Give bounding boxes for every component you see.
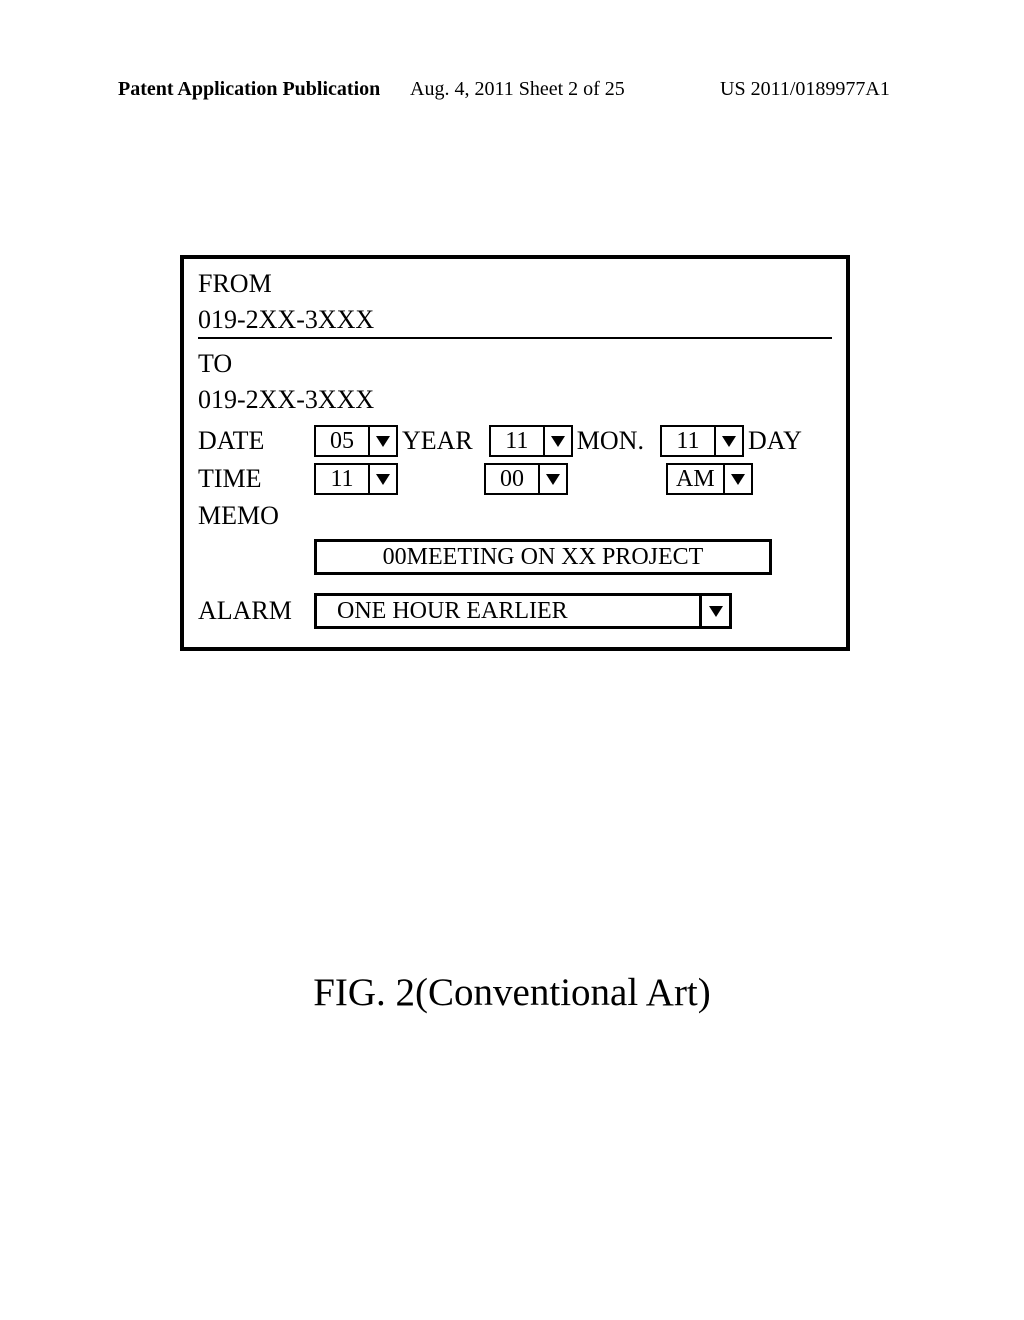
to-label: TO [198, 349, 232, 379]
month-dropdown[interactable]: 11 [489, 425, 573, 457]
chevron-down-icon [540, 465, 566, 493]
alarm-value: ONE HOUR EARLIER [317, 598, 699, 625]
date-row: DATE 05 YEAR 11 MON. 11 DAY [198, 425, 832, 457]
month-value: 11 [491, 427, 545, 455]
from-label: FROM [198, 269, 272, 299]
memo-label-row: MEMO [198, 501, 832, 531]
from-value: 019-2XX-3XXX [198, 305, 832, 335]
day-unit: DAY [746, 426, 804, 456]
header-center: Aug. 4, 2011 Sheet 2 of 25 [410, 78, 625, 101]
chevron-down-icon [545, 427, 571, 455]
figure-caption: FIG. 2(Conventional Art) [0, 970, 1024, 1015]
from-label-row: FROM [198, 269, 832, 299]
chevron-down-icon [370, 427, 396, 455]
chevron-down-icon [725, 465, 751, 493]
time-controls: 11 00 AM [314, 463, 753, 495]
ampm-value: AM [668, 465, 725, 493]
minute-value: 00 [486, 465, 540, 493]
year-unit: YEAR [400, 426, 475, 456]
to-label-row: TO [198, 349, 832, 379]
chevron-down-icon [699, 596, 729, 626]
minute-dropdown[interactable]: 00 [484, 463, 568, 495]
ampm-dropdown[interactable]: AM [666, 463, 753, 495]
date-label: DATE [198, 426, 314, 456]
day-value: 11 [662, 427, 716, 455]
date-controls: 05 YEAR 11 MON. 11 DAY [314, 425, 804, 457]
memo-input[interactable]: 00MEETING ON XX PROJECT [314, 539, 772, 575]
day-dropdown[interactable]: 11 [660, 425, 744, 457]
month-unit: MON. [575, 426, 646, 456]
header-right: US 2011/0189977A1 [720, 78, 890, 101]
alarm-wrap: ONE HOUR EARLIER [314, 593, 832, 629]
chevron-down-icon [716, 427, 742, 455]
hour-dropdown[interactable]: 11 [314, 463, 398, 495]
year-dropdown[interactable]: 05 [314, 425, 398, 457]
divider [198, 337, 832, 339]
header-left: Patent Application Publication [118, 78, 380, 101]
year-value: 05 [316, 427, 370, 455]
memo-label: MEMO [198, 501, 314, 531]
alarm-label: ALARM [198, 596, 314, 626]
chevron-down-icon [370, 465, 396, 493]
memo-value: 00MEETING ON XX PROJECT [383, 544, 704, 571]
time-row: TIME 11 00 AM [198, 463, 832, 495]
alarm-dropdown[interactable]: ONE HOUR EARLIER [314, 593, 732, 629]
time-label: TIME [198, 464, 314, 494]
to-value: 019-2XX-3XXX [198, 385, 832, 415]
hour-value: 11 [316, 465, 370, 493]
alarm-row: ALARM ONE HOUR EARLIER [198, 593, 832, 629]
form-panel: FROM 019-2XX-3XXX TO 019-2XX-3XXX DATE 0… [180, 255, 850, 651]
